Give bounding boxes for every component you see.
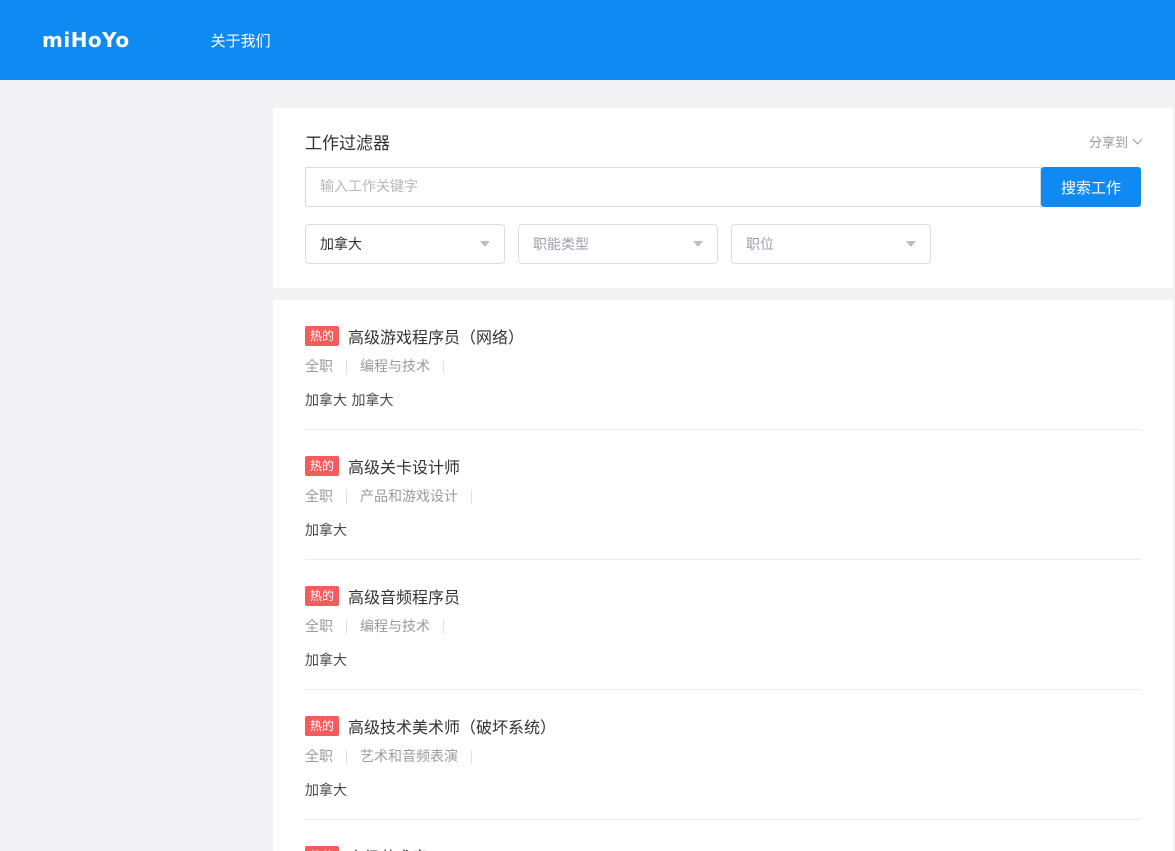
chevron-down-icon <box>1132 134 1143 144</box>
job-tags-row: 全职 编程与技术 <box>305 618 1141 636</box>
share-button[interactable]: 分享到 <box>1088 132 1143 151</box>
job-filter-card: 工作过滤器 分享到 搜索工作 加拿大 职能类型 职位 <box>273 108 1173 288</box>
job-tags-row: 全职 产品和游戏设计 <box>305 488 1141 506</box>
mihoyo-logo[interactable]: miHoYo <box>42 28 130 52</box>
job-keyword-input[interactable] <box>305 167 1041 207</box>
search-row: 搜索工作 <box>305 167 1141 207</box>
job-item[interactable]: 热的 高级艺术家 <box>305 820 1141 851</box>
function-type-dropdown[interactable]: 职能类型 <box>518 224 718 264</box>
job-location: 加拿大 <box>305 523 347 539</box>
job-tag: 产品和游戏设计 <box>360 490 472 504</box>
job-title-row: 热的 高级游戏程序员（网络） <box>305 324 1141 348</box>
job-title-row: 热的 高级关卡设计师 <box>305 454 1141 478</box>
hot-badge: 热的 <box>305 326 340 346</box>
top-header: miHoYo 关于我们 <box>0 0 1175 80</box>
job-list-card: 热的 高级游戏程序员（网络） 全职 编程与技术 加拿大 加拿大 热的 高级关卡设… <box>273 300 1173 851</box>
job-item[interactable]: 热的 高级技术美术师（破坏系统） 全职 艺术和音频表演 加拿大 <box>305 690 1141 820</box>
function-type-dropdown-value: 职能类型 <box>533 237 589 253</box>
main-content: 工作过滤器 分享到 搜索工作 加拿大 职能类型 职位 <box>273 108 1173 851</box>
job-item[interactable]: 热的 高级关卡设计师 全职 产品和游戏设计 加拿大 <box>305 430 1141 560</box>
job-title: 高级技术美术师（破坏系统） <box>348 718 557 737</box>
job-item[interactable]: 热的 高级音频程序员 全职 编程与技术 加拿大 <box>305 560 1141 690</box>
job-tag: 艺术和音频表演 <box>360 750 472 764</box>
job-title: 高级音频程序员 <box>348 588 461 607</box>
position-dropdown[interactable]: 职位 <box>731 224 931 264</box>
job-title: 高级艺术家 <box>348 844 428 851</box>
hot-badge: 热的 <box>305 586 340 606</box>
job-tag: 全职 <box>305 360 347 374</box>
job-tag: 全职 <box>305 750 347 764</box>
job-title-row: 热的 高级艺术家 <box>305 844 1141 851</box>
job-tag: 全职 <box>305 620 347 634</box>
share-label: 分享到 <box>1088 135 1128 151</box>
job-tags-row: 全职 艺术和音频表演 <box>305 748 1141 766</box>
job-tag: 全职 <box>305 490 347 504</box>
position-dropdown-value: 职位 <box>746 237 774 253</box>
hot-badge: 热的 <box>305 716 340 736</box>
search-jobs-button[interactable]: 搜索工作 <box>1041 167 1141 207</box>
caret-down-icon <box>480 241 490 247</box>
filter-header: 工作过滤器 分享到 <box>305 130 1143 154</box>
filter-dropdown-row: 加拿大 职能类型 职位 <box>305 224 1141 264</box>
job-tags-row: 全职 编程与技术 <box>305 358 1141 376</box>
job-location: 加拿大 加拿大 <box>305 393 394 409</box>
location-dropdown[interactable]: 加拿大 <box>305 224 505 264</box>
nav-about-us[interactable]: 关于我们 <box>211 30 271 51</box>
job-title-row: 热的 高级音频程序员 <box>305 584 1141 608</box>
caret-down-icon <box>906 241 916 247</box>
job-title-row: 热的 高级技术美术师（破坏系统） <box>305 714 1141 738</box>
hot-badge: 热的 <box>305 456 340 476</box>
job-location: 加拿大 <box>305 783 347 799</box>
hot-badge: 热的 <box>305 846 340 851</box>
job-item[interactable]: 热的 高级游戏程序员（网络） 全职 编程与技术 加拿大 加拿大 <box>305 300 1141 430</box>
location-dropdown-value: 加拿大 <box>320 237 362 253</box>
filter-title: 工作过滤器 <box>305 133 390 154</box>
job-location: 加拿大 <box>305 653 347 669</box>
caret-down-icon <box>693 241 703 247</box>
job-title: 高级游戏程序员（网络） <box>348 328 525 347</box>
job-title: 高级关卡设计师 <box>348 458 461 477</box>
job-tag: 编程与技术 <box>360 360 444 374</box>
job-tag: 编程与技术 <box>360 620 444 634</box>
